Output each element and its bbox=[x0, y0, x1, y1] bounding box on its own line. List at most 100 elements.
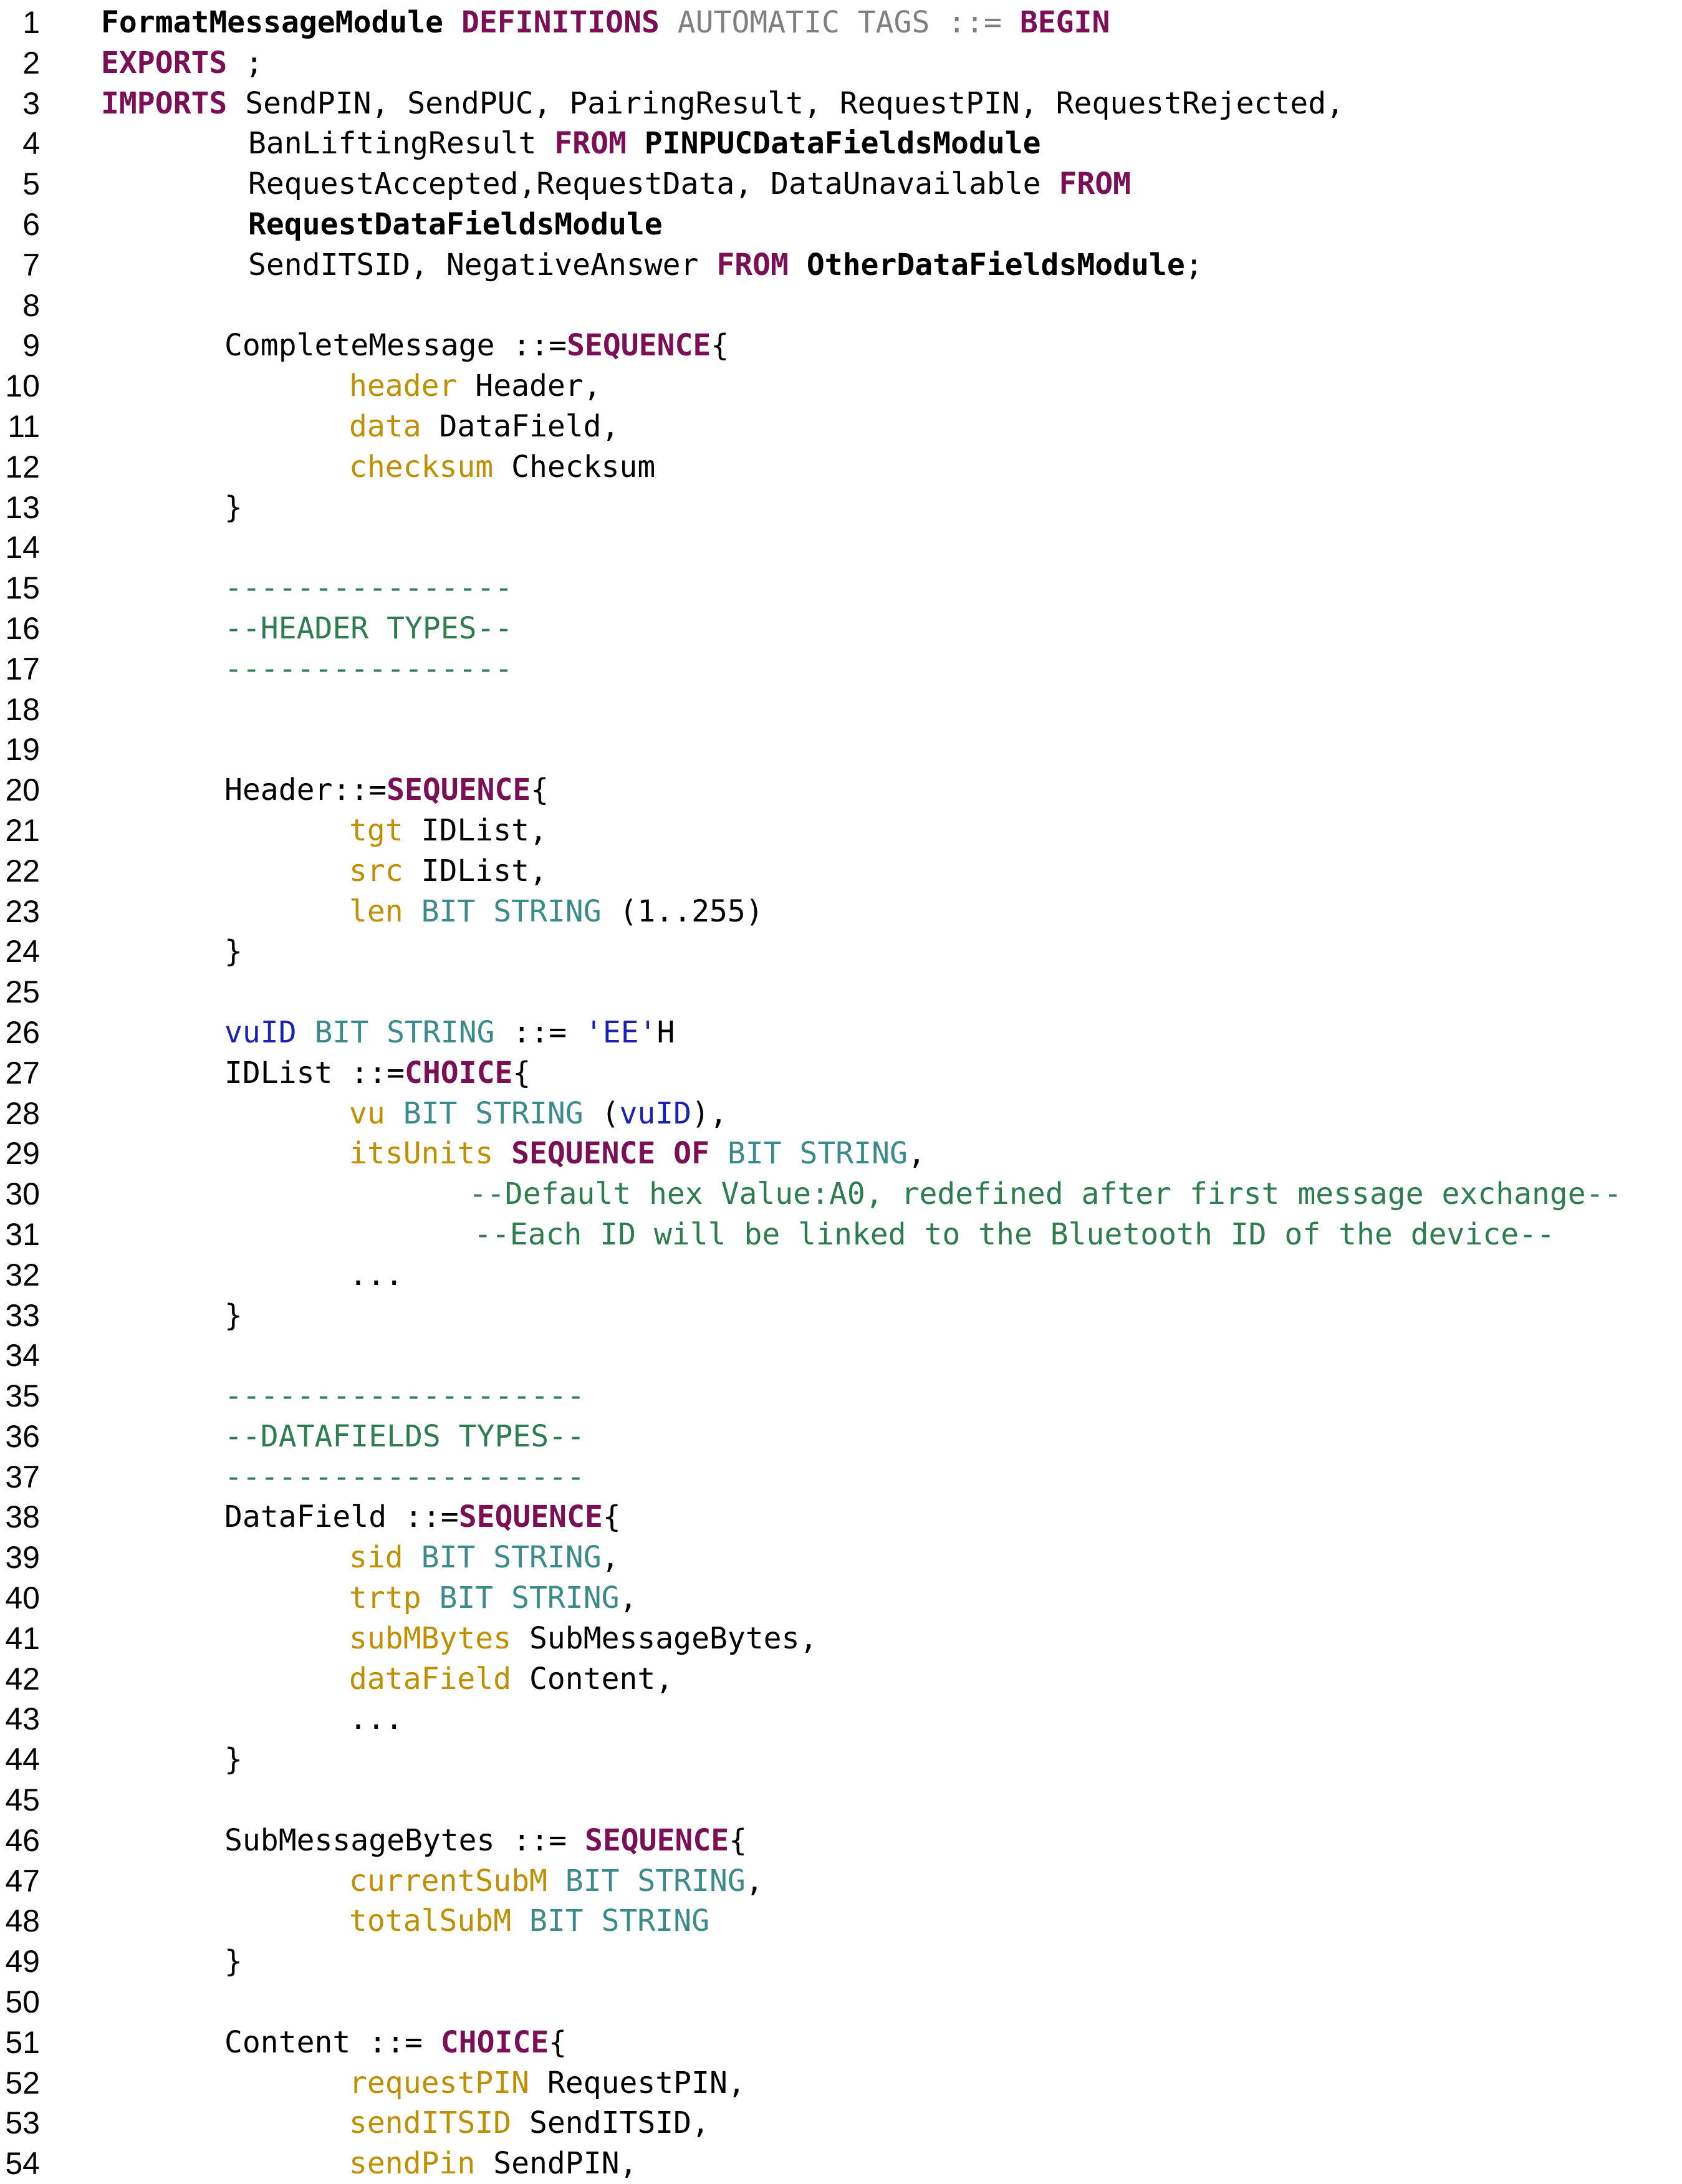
code-token: { bbox=[531, 772, 549, 808]
line-number: 26 bbox=[5, 1014, 40, 1050]
code-text: SubMessageBytes ::= SEQUENCE{ bbox=[224, 1821, 747, 1861]
code-text: -------------------- bbox=[224, 1457, 585, 1498]
code-token: trtp bbox=[349, 1580, 421, 1616]
code-text: RequestAccepted,RequestData, DataUnavail… bbox=[248, 164, 1131, 204]
code-token: BIT STRING bbox=[314, 1014, 495, 1050]
code-text: sendPin SendPIN, bbox=[349, 2143, 637, 2184]
code-token: DataField, bbox=[421, 408, 620, 444]
line-number: 22 bbox=[5, 853, 40, 888]
line-number: 23 bbox=[5, 893, 40, 929]
code-line: 45 bbox=[0, 1780, 1682, 1821]
code-token: IDList ::= bbox=[224, 1055, 405, 1090]
code-token: SendPIN, SendPUC, PairingResult, Request… bbox=[227, 85, 1344, 121]
code-text: } bbox=[224, 1739, 243, 1780]
code-line: 34 bbox=[0, 1335, 1682, 1376]
code-line: 5 RequestAccepted,RequestData, DataUnavai… bbox=[0, 164, 1682, 204]
code-token: } bbox=[224, 934, 243, 969]
code-line: 27 IDList ::=CHOICE{ bbox=[0, 1053, 1682, 1094]
code-line: 20 Header::=SEQUENCE{ bbox=[0, 770, 1682, 811]
code-token: FormatMessageModule bbox=[101, 5, 444, 40]
code-line: 17 ---------------- bbox=[0, 649, 1682, 690]
code-token: , bbox=[907, 1136, 926, 1171]
code-token: { bbox=[512, 1055, 531, 1090]
code-text: ... bbox=[349, 1255, 403, 1296]
code-text: } bbox=[224, 931, 243, 972]
code-text: } bbox=[224, 1296, 243, 1336]
code-token: RequestAccepted,RequestData, DataUnavail… bbox=[248, 166, 1059, 202]
line-number: 39 bbox=[5, 1540, 40, 1575]
code-token: Content ::= bbox=[224, 2024, 441, 2060]
code-text: currentSubM BIT STRING, bbox=[349, 1861, 764, 1902]
code-token: FROM bbox=[1059, 166, 1132, 202]
code-line: 18 bbox=[0, 690, 1682, 730]
code-text: --HEADER TYPES-- bbox=[224, 609, 512, 649]
code-token: BanLiftingResult bbox=[248, 126, 555, 161]
code-text: } bbox=[224, 1941, 243, 1982]
code-token: ::= bbox=[494, 1014, 585, 1050]
code-token: totalSubM bbox=[349, 1903, 512, 1939]
code-text: DataField ::=SEQUENCE{ bbox=[224, 1497, 621, 1537]
code-token: SEQUENCE bbox=[567, 328, 711, 363]
code-text: src IDList, bbox=[349, 851, 547, 892]
code-line: 33} bbox=[0, 1296, 1682, 1336]
code-token: ---------------- bbox=[224, 651, 513, 686]
code-token: --HEADER TYPES-- bbox=[224, 610, 513, 646]
code-line: 29 itsUnits SEQUENCE OF BIT STRING, bbox=[0, 1133, 1682, 1174]
line-number: 42 bbox=[5, 1661, 40, 1696]
line-number: 17 bbox=[5, 651, 40, 686]
code-token: subMBytes bbox=[349, 1620, 512, 1656]
code-token: BIT STRING bbox=[421, 893, 602, 929]
code-token: SendPIN, bbox=[475, 2146, 638, 2182]
code-text: vuID BIT STRING ::= 'EE'H bbox=[224, 1013, 675, 1053]
line-number: 11 bbox=[7, 408, 40, 444]
code-text: --Each ID will be linked to the Bluetoot… bbox=[474, 1215, 1555, 1255]
code-token: header bbox=[349, 368, 458, 404]
code-line: 2 EXPORTS ; bbox=[0, 43, 1682, 84]
code-text: } bbox=[224, 488, 243, 528]
code-token: { bbox=[549, 2024, 567, 2060]
code-token: src bbox=[349, 853, 403, 888]
code-text: --DATAFIELDS TYPES-- bbox=[224, 1417, 585, 1457]
code-text: IMPORTS SendPIN, SendPUC, PairingResult,… bbox=[101, 84, 1344, 124]
code-listing: 1 FormatMessageModule DEFINITIONS AUTOMAT… bbox=[0, 2, 1682, 2184]
code-token: checksum bbox=[349, 449, 494, 484]
code-line: 15 ---------------- bbox=[0, 568, 1682, 609]
code-line: 38 DataField ::=SEQUENCE{ bbox=[0, 1497, 1682, 1537]
line-number: 19 bbox=[5, 732, 40, 767]
code-token: FROM bbox=[554, 126, 627, 161]
code-line: 40 trtp BIT STRING, bbox=[0, 1578, 1682, 1619]
code-line: 16 --HEADER TYPES-- bbox=[0, 609, 1682, 649]
code-line: 42 dataField Content, bbox=[0, 1659, 1682, 1700]
line-number: 36 bbox=[5, 1418, 40, 1454]
code-line: 1 FormatMessageModule DEFINITIONS AUTOMAT… bbox=[0, 2, 1682, 43]
code-line: 52 requestPIN RequestPIN, bbox=[0, 2063, 1682, 2104]
line-number: 9 bbox=[22, 328, 40, 363]
code-token: , bbox=[745, 1863, 764, 1898]
line-number: 40 bbox=[5, 1580, 40, 1616]
code-token: vuID bbox=[224, 1014, 297, 1050]
code-line: 48 totalSubM BIT STRING bbox=[0, 1901, 1682, 1941]
code-line: 4 BanLiftingResult FROM PINPUCDataFieldsM… bbox=[0, 123, 1682, 164]
code-token: sendITSID bbox=[349, 2105, 512, 2141]
line-number: 25 bbox=[5, 974, 40, 1010]
line-number: 31 bbox=[5, 1216, 40, 1252]
code-token: --Default hex Value:A0, redefined after … bbox=[469, 1176, 1622, 1212]
code-text: ---------------- bbox=[224, 649, 512, 690]
code-line: 35 -------------------- bbox=[0, 1376, 1682, 1417]
code-token: } bbox=[224, 1297, 243, 1333]
code-token: vuID bbox=[619, 1095, 692, 1131]
line-number: 10 bbox=[5, 368, 40, 404]
line-number: 50 bbox=[5, 1984, 40, 2020]
code-token: } bbox=[224, 1944, 243, 1980]
line-number: 1 bbox=[22, 5, 40, 40]
code-token: , bbox=[601, 1540, 620, 1575]
code-line: 11 data DataField, bbox=[0, 406, 1682, 447]
code-token: H bbox=[656, 1014, 675, 1050]
code-token: IDList, bbox=[403, 853, 547, 888]
code-line: 26 vuID BIT STRING ::= 'EE'H bbox=[0, 1013, 1682, 1053]
